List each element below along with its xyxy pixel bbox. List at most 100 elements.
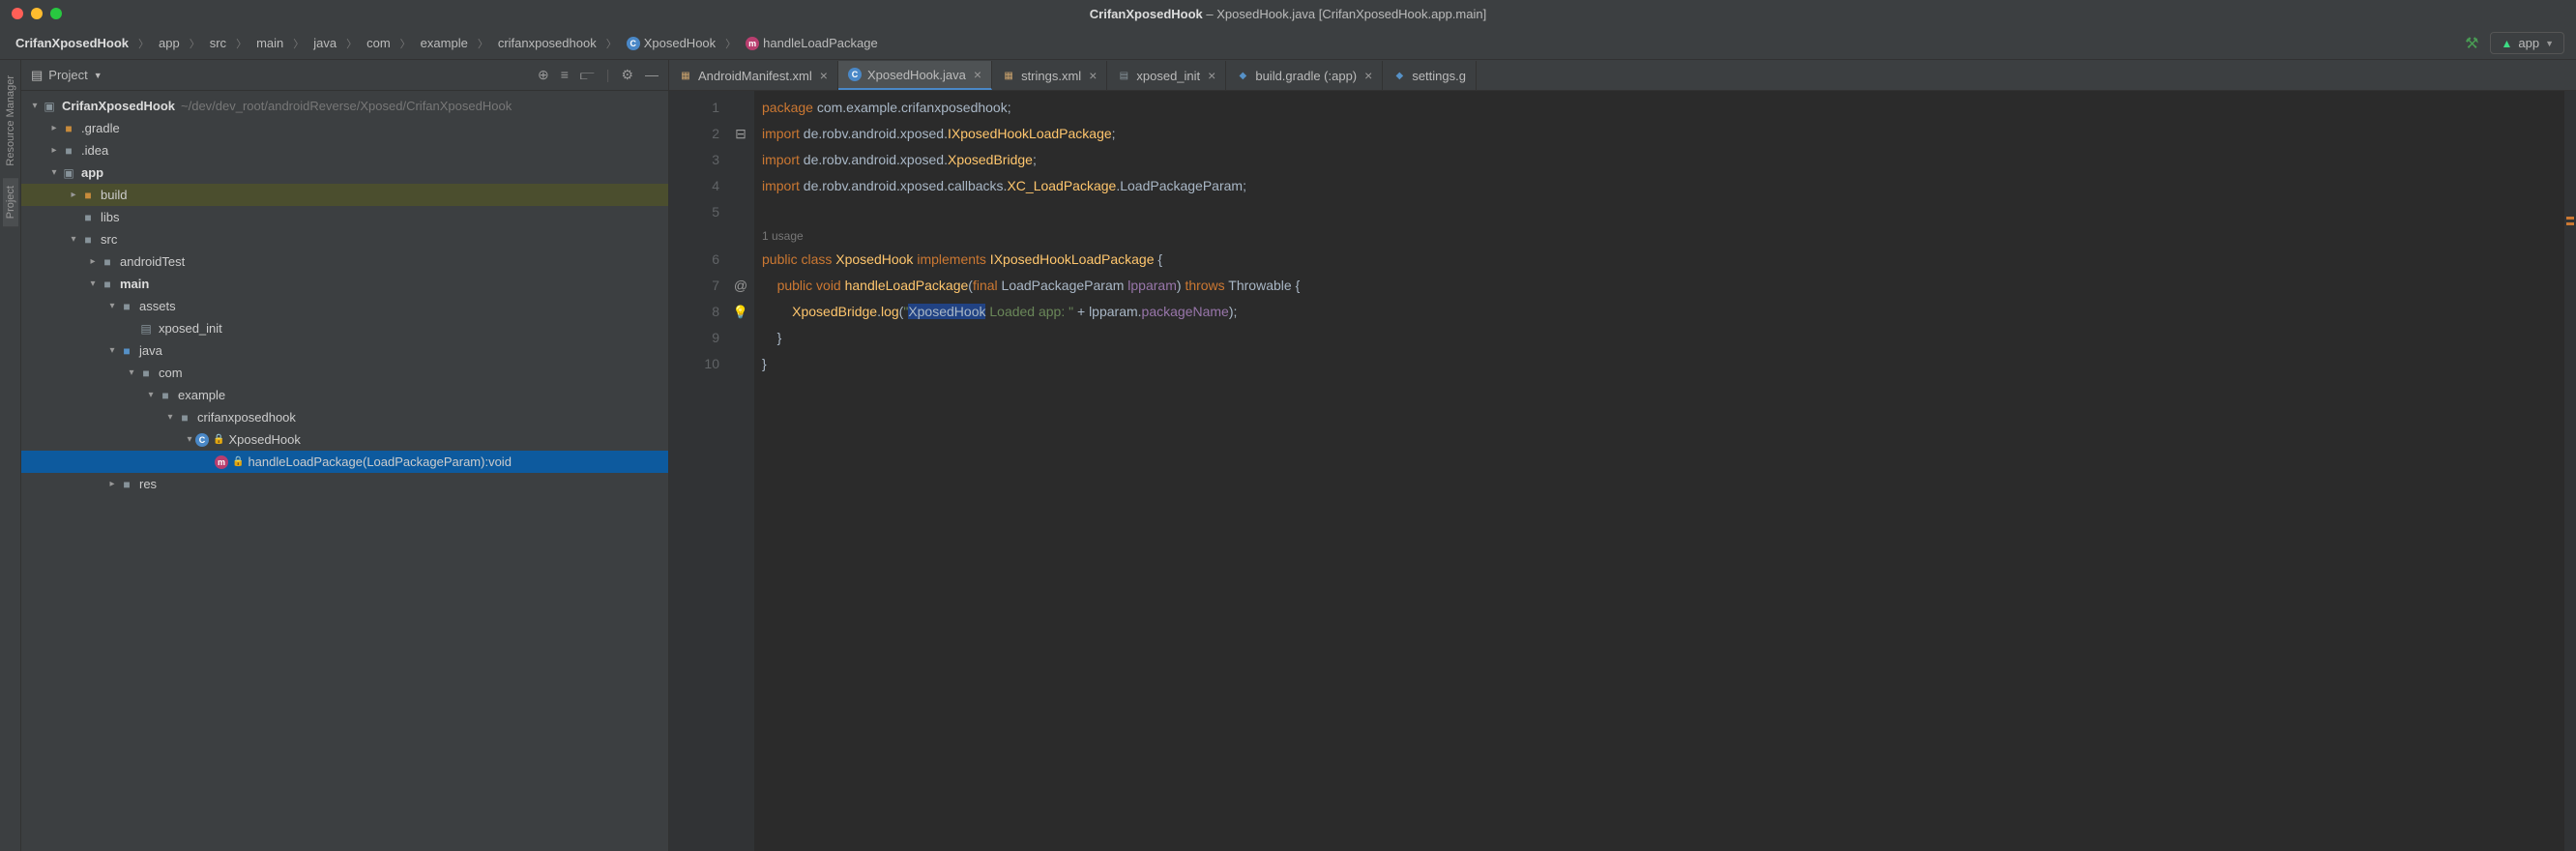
- chevron-down-icon: ▾: [106, 301, 118, 311]
- tree-item[interactable]: ▸■build: [21, 184, 668, 206]
- tree-item[interactable]: ▾■src: [21, 228, 668, 250]
- locate-icon[interactable]: ⊕: [538, 67, 549, 83]
- breadcrumb-item[interactable]: java: [309, 34, 340, 52]
- tree-item[interactable]: ▾C🔒XposedHook: [21, 428, 668, 451]
- toolbar-right: ⚒ ▲ app ▼: [2465, 32, 2564, 54]
- breadcrumb-item[interactable]: example: [417, 34, 472, 52]
- tree-item[interactable]: ▾▣app: [21, 161, 668, 184]
- tree-item[interactable]: ▾■com: [21, 362, 668, 384]
- chevron-down-icon: ▾: [126, 367, 137, 378]
- tree-item[interactable]: ▤xposed_init: [21, 317, 668, 339]
- tree-item[interactable]: ■libs: [21, 206, 668, 228]
- chevron-right-icon: 〉: [293, 36, 304, 51]
- tool-resource-manager[interactable]: Resource Manager: [3, 68, 18, 174]
- tree-root[interactable]: ▾▣CrifanXposedHook~/dev/dev_root/android…: [21, 95, 668, 117]
- tree-item[interactable]: ▸■androidTest: [21, 250, 668, 273]
- close-icon[interactable]: ×: [1208, 68, 1215, 83]
- tree-item[interactable]: ▸■res: [21, 473, 668, 495]
- lock-icon: 🔒: [213, 434, 224, 445]
- chevron-right-icon: ▸: [48, 145, 60, 156]
- chevron-down-icon: ▾: [145, 390, 157, 400]
- folder-icon: ■: [157, 389, 174, 402]
- chevron-down-icon: ▾: [164, 412, 176, 423]
- navigation-bar: CrifanXposedHook〉 app〉 src〉 main〉 java〉 …: [0, 27, 2576, 60]
- tool-project[interactable]: Project: [3, 178, 18, 226]
- build-icon[interactable]: ⚒: [2465, 34, 2478, 53]
- chevron-down-icon: ▾: [48, 167, 60, 178]
- breadcrumb-item[interactable]: CrifanXposedHook: [12, 34, 132, 52]
- chevron-right-icon: 〉: [138, 36, 149, 51]
- tab-xposedinit[interactable]: ▤xposed_init×: [1107, 61, 1226, 90]
- breadcrumb-item[interactable]: main: [252, 34, 287, 52]
- divider: |: [606, 67, 610, 83]
- breadcrumb: CrifanXposedHook〉 app〉 src〉 main〉 java〉 …: [12, 34, 2465, 53]
- expand-icon[interactable]: ≡: [561, 67, 569, 83]
- hide-icon[interactable]: —: [645, 67, 659, 83]
- tab-strings[interactable]: ▦strings.xml×: [992, 61, 1107, 90]
- chevron-right-icon: 〉: [346, 36, 357, 51]
- tree-item[interactable]: ▾■main: [21, 273, 668, 295]
- close-icon[interactable]: ×: [1364, 68, 1372, 83]
- folder-icon: ▣: [41, 100, 58, 113]
- breadcrumb-item[interactable]: crifanxposedhook: [494, 34, 600, 52]
- chevron-right-icon: ▸: [106, 479, 118, 489]
- close-icon[interactable]: [12, 8, 23, 19]
- chevron-right-icon: 〉: [606, 36, 617, 51]
- chevron-down-icon: ▾: [106, 345, 118, 356]
- class-icon: C: [195, 433, 209, 447]
- tree-item[interactable]: ▾■assets: [21, 295, 668, 317]
- code-area[interactable]: 1 2 3 4 5 6 7 8 9 10 ⊟ @💡 package com.ex…: [669, 91, 2576, 851]
- tree-item-selected[interactable]: m🔒handleLoadPackage(LoadPackageParam):vo…: [21, 451, 668, 473]
- chevron-right-icon: 〉: [190, 36, 200, 51]
- project-tree: ▾▣CrifanXposedHook~/dev/dev_root/android…: [21, 91, 668, 851]
- tab-manifest[interactable]: ▦AndroidManifest.xml×: [669, 61, 838, 90]
- fold-icon[interactable]: ⊟: [727, 121, 754, 147]
- run-configuration[interactable]: ▲ app ▼: [2490, 32, 2564, 54]
- close-icon[interactable]: ×: [1089, 68, 1097, 83]
- folder-icon: ■: [79, 211, 97, 224]
- maximize-icon[interactable]: [50, 8, 62, 19]
- minimize-icon[interactable]: [31, 8, 43, 19]
- usage-hint[interactable]: 1 usage: [762, 225, 2576, 247]
- breadcrumb-item[interactable]: CXposedHook: [623, 34, 719, 53]
- file-icon: ▤: [1117, 69, 1130, 82]
- main-area: Resource Manager Project ▤ Project ▼ ⊕ ≡…: [0, 60, 2576, 851]
- folder-icon: ■: [99, 278, 116, 291]
- xml-icon: ▦: [1002, 69, 1015, 82]
- breadcrumb-item[interactable]: mhandleLoadPackage: [742, 34, 882, 53]
- collapse-icon[interactable]: ⫍: [580, 67, 595, 83]
- tree-item[interactable]: ▾■java: [21, 339, 668, 362]
- code-content[interactable]: package com.example.crifanxposedhook; im…: [754, 91, 2576, 851]
- tree-item[interactable]: ▾■crifanxposedhook: [21, 406, 668, 428]
- tree-item[interactable]: ▸■.idea: [21, 139, 668, 161]
- override-icon[interactable]: @: [727, 273, 754, 299]
- close-icon[interactable]: ×: [974, 67, 981, 82]
- bulb-icon[interactable]: 💡: [733, 299, 748, 325]
- tool-window-bar: Resource Manager Project: [0, 60, 21, 851]
- editor: ▦AndroidManifest.xml× CXposedHook.java× …: [669, 60, 2576, 851]
- tab-buildgradle[interactable]: ◆build.gradle (:app)×: [1226, 61, 1383, 90]
- class-icon: C: [848, 68, 862, 81]
- tree-item[interactable]: ▸■.gradle: [21, 117, 668, 139]
- panel-title[interactable]: ▤ Project ▼: [31, 68, 102, 83]
- panel-actions: ⊕ ≡ ⫍ | ⚙ —: [538, 67, 659, 83]
- chevron-down-icon: ▾: [68, 234, 79, 245]
- breadcrumb-item[interactable]: app: [155, 34, 184, 52]
- breadcrumb-item[interactable]: src: [206, 34, 230, 52]
- panel-header: ▤ Project ▼ ⊕ ≡ ⫍ | ⚙ —: [21, 60, 668, 91]
- chevron-right-icon: 〉: [400, 36, 411, 51]
- gear-icon[interactable]: ⚙: [621, 67, 633, 83]
- breadcrumb-item[interactable]: com: [363, 34, 395, 52]
- folder-icon: ■: [79, 233, 97, 247]
- folder-icon: ■: [60, 122, 77, 135]
- xml-icon: ▦: [679, 69, 692, 82]
- error-stripe[interactable]: [2564, 91, 2576, 851]
- line-numbers: 1 2 3 4 5 6 7 8 9 10: [669, 91, 727, 851]
- tree-item[interactable]: ▾■example: [21, 384, 668, 406]
- chevron-right-icon: ▸: [68, 190, 79, 200]
- close-icon[interactable]: ×: [820, 68, 828, 83]
- tab-xposedhook[interactable]: CXposedHook.java×: [838, 61, 992, 90]
- tab-settings[interactable]: ◆settings.g: [1383, 61, 1477, 90]
- gradle-icon: ◆: [1236, 69, 1249, 82]
- titlebar: CrifanXposedHook – XposedHook.java [Crif…: [0, 0, 2576, 27]
